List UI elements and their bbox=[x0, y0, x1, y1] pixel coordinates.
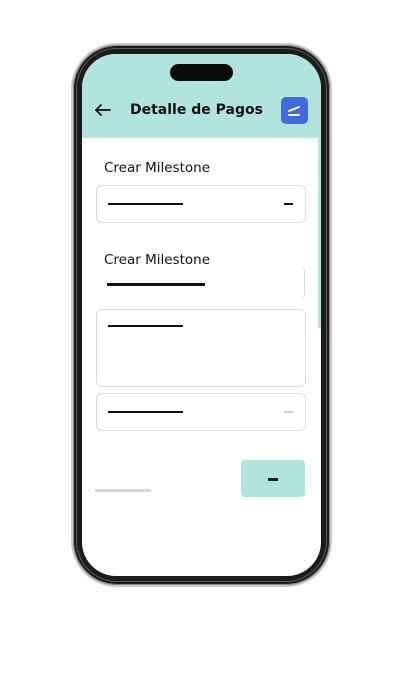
field-placeholder-line bbox=[108, 411, 183, 413]
dynamic-island bbox=[170, 64, 233, 81]
dropdown-dash-icon bbox=[284, 411, 293, 413]
submit-button-label-line bbox=[268, 478, 278, 481]
device-stage: Detalle de Pagos Crear Milestone Crear M… bbox=[0, 0, 402, 680]
cancel-link[interactable] bbox=[95, 489, 151, 492]
app-screen: Detalle de Pagos Crear Milestone Crear M… bbox=[82, 54, 321, 576]
page-title: Detalle de Pagos bbox=[130, 102, 263, 118]
chart-icon bbox=[288, 106, 300, 116]
chart-button[interactable] bbox=[281, 97, 308, 124]
milestone-amount-field[interactable] bbox=[96, 393, 306, 431]
field-placeholder-line bbox=[108, 203, 183, 205]
milestone-title-field[interactable] bbox=[96, 266, 305, 300]
submit-button[interactable] bbox=[241, 460, 305, 497]
dropdown-dash-icon bbox=[284, 203, 293, 205]
milestone-name-field[interactable] bbox=[96, 185, 306, 223]
section-one-label: Crear Milestone bbox=[104, 160, 211, 176]
milestone-description-field[interactable] bbox=[96, 309, 306, 387]
field-value-line bbox=[107, 283, 205, 286]
arrow-left-icon[interactable] bbox=[94, 101, 112, 119]
scroll-indicator[interactable] bbox=[318, 138, 321, 328]
field-placeholder-line bbox=[108, 325, 183, 327]
